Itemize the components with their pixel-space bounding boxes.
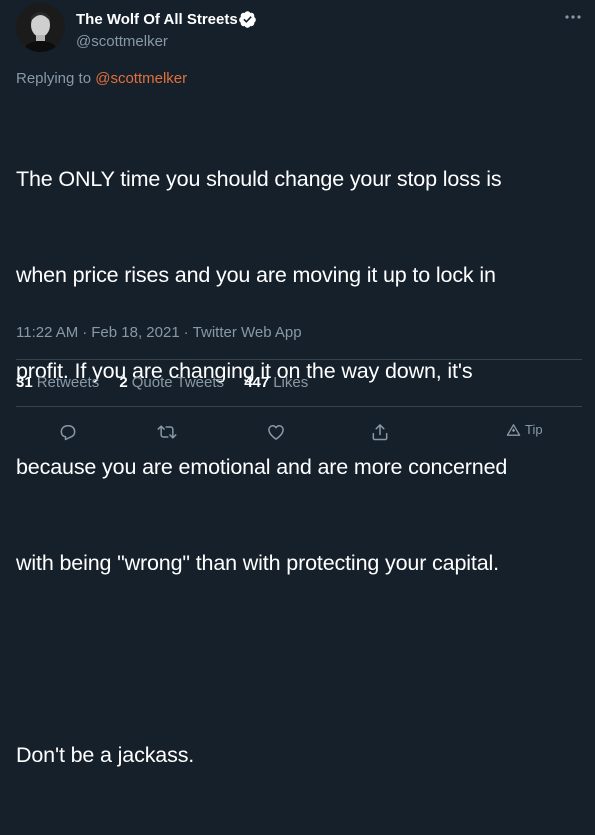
likes-label: Likes [273, 374, 309, 391]
tweet-text-line: because you are emotional and are more c… [16, 455, 508, 479]
heart-icon [268, 425, 284, 440]
tweet-text: The ONLY time you should change your sto… [16, 99, 586, 835]
tweet-text-line: with being "wrong" than with protecting … [16, 551, 499, 575]
retweets-count: 31 [16, 374, 33, 391]
more-options-icon[interactable] [562, 10, 584, 24]
tip-button[interactable]: Tip [506, 422, 543, 437]
tweet-date[interactable]: Feb 18, 2021 [91, 324, 179, 341]
avatar-photo-icon [16, 3, 65, 52]
divider [16, 406, 582, 407]
tweet-stats: 31 Retweets 2 Quote Tweets 447 Likes [16, 374, 324, 391]
meta-separator: · [82, 324, 88, 341]
retweets-stat[interactable]: 31 Retweets [16, 374, 99, 391]
verified-badge-icon [239, 11, 256, 28]
retweet-button[interactable] [153, 418, 181, 446]
share-button[interactable] [366, 418, 394, 446]
retweets-label: Retweets [36, 374, 100, 391]
reply-context: Replying to @scottmelker [16, 70, 187, 87]
reply-mention-link[interactable]: @scottmelker [95, 70, 187, 87]
meta-separator: · [183, 324, 189, 341]
tweet-source[interactable]: Twitter Web App [193, 324, 302, 341]
avatar[interactable] [16, 3, 65, 52]
reply-icon [60, 425, 76, 441]
tweet-time[interactable]: 11:22 AM [16, 324, 78, 341]
tip-icon [506, 423, 521, 436]
likes-stat[interactable]: 447 Likes [244, 374, 308, 391]
quote-tweets-stat[interactable]: 2 Quote Tweets [119, 374, 224, 391]
tweet-actions: Tip [0, 418, 595, 446]
share-icon [372, 424, 388, 441]
reply-context-prefix: Replying to [16, 70, 96, 87]
tweet-text-closing-line: Don't be a jackass. [16, 743, 195, 767]
tweet-text-line: when price rises and you are moving it u… [16, 263, 496, 287]
tweet-text-line: The ONLY time you should change your sto… [16, 167, 502, 191]
author-display-name[interactable]: The Wolf Of All Streets [76, 11, 238, 28]
retweet-icon [157, 425, 177, 439]
author-handle[interactable]: @scottmelker [76, 33, 168, 50]
tweet-meta: 11:22 AM · Feb 18, 2021 · Twitter Web App [16, 324, 302, 341]
divider [16, 359, 582, 360]
quote-tweets-count: 2 [119, 374, 128, 391]
like-button[interactable] [262, 418, 290, 446]
tip-label: Tip [525, 422, 543, 437]
tweet-detail: The Wolf Of All Streets @scottmelker Rep… [0, 0, 595, 767]
reply-button[interactable] [54, 418, 82, 446]
likes-count: 447 [244, 374, 270, 391]
quote-tweets-label: Quote Tweets [131, 374, 225, 391]
